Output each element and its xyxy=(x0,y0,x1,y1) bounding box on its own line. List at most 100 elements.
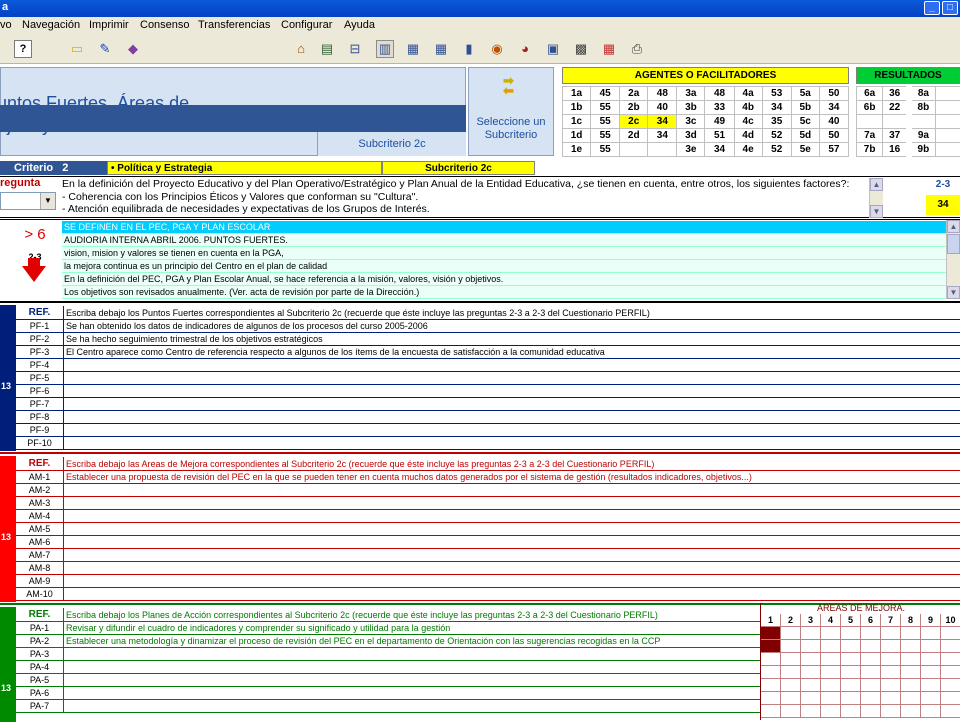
grid-cell[interactable] xyxy=(941,640,960,653)
maximize-button[interactable]: □ xyxy=(942,1,958,15)
grid-cell[interactable] xyxy=(781,679,801,692)
book-icon[interactable]: ◆ xyxy=(124,40,142,58)
agentes-cell[interactable]: 5b xyxy=(790,100,820,115)
select-subcriterio-button[interactable]: ➡ ⬅ Seleccione un Subcriterio xyxy=(468,67,554,156)
matrix-icon[interactable]: ▦ xyxy=(404,40,422,58)
list-icon[interactable]: ▤ xyxy=(318,40,336,58)
grid-cell[interactable] xyxy=(861,640,881,653)
agentes-cell[interactable]: 2c xyxy=(619,114,649,129)
table-row[interactable]: AM-4 xyxy=(16,510,960,523)
grid-cell[interactable] xyxy=(781,705,801,718)
grid-cell[interactable] xyxy=(921,705,941,718)
image-icon[interactable]: ▣ xyxy=(544,40,562,58)
grid-cell[interactable] xyxy=(841,679,861,692)
question-scrollbar[interactable]: ▲ ▼ xyxy=(869,178,883,218)
agentes-cell[interactable]: 1e xyxy=(561,142,592,157)
resultados-cell[interactable]: 6a xyxy=(855,86,884,101)
grid-cell[interactable] xyxy=(801,640,821,653)
table-row[interactable]: AM-2 xyxy=(16,484,960,497)
scroll-down-icon[interactable]: ▼ xyxy=(870,205,883,218)
grid-cell[interactable] xyxy=(801,653,821,666)
grid-cell[interactable] xyxy=(761,679,781,692)
row-text[interactable]: Establecer una metodología y dinamizar e… xyxy=(66,635,660,648)
grid-cell[interactable] xyxy=(881,705,901,718)
table-row[interactable]: PF-4 xyxy=(16,359,960,372)
grid-cell[interactable] xyxy=(861,679,881,692)
table-row[interactable]: PA-6 xyxy=(16,687,760,700)
table-row[interactable]: AM-8 xyxy=(16,562,960,575)
agentes-cell[interactable]: 4b xyxy=(733,100,763,115)
table-row[interactable]: PA-4 xyxy=(16,661,760,674)
grid-cell[interactable] xyxy=(761,705,781,718)
agentes-cell[interactable]: 3a xyxy=(676,86,706,101)
table-row[interactable]: AM-6 xyxy=(16,536,960,549)
grid-cell[interactable] xyxy=(761,640,781,653)
grid-cell[interactable] xyxy=(901,705,921,718)
table-row[interactable]: PF-8 xyxy=(16,411,960,424)
answer-line[interactable]: AUDIORIA INTERNA ABRIL 2006. PUNTOS FUER… xyxy=(62,234,947,247)
answer-line[interactable]: En la definición del PEC, PGA y Plan Esc… xyxy=(62,273,947,286)
answer-scrollbar[interactable]: ▲ ▼ xyxy=(946,220,960,299)
resultados-cell[interactable]: 8b xyxy=(908,100,936,115)
grid-cell[interactable] xyxy=(841,640,861,653)
grid-cell[interactable] xyxy=(841,627,861,640)
pregunta-dropdown[interactable]: ▼ xyxy=(0,192,56,210)
resultados-cell[interactable]: 9a xyxy=(908,128,936,143)
grid-cell[interactable] xyxy=(841,692,861,705)
answer-line[interactable]: SE DEFINEN EN EL PEC, PGA Y PLAN ESCOLAR xyxy=(62,221,947,234)
grid-cell[interactable] xyxy=(801,666,821,679)
grid-cell[interactable] xyxy=(821,692,841,705)
grid-cell[interactable] xyxy=(801,705,821,718)
resultados-cell[interactable]: 8a xyxy=(908,86,936,101)
answer-line[interactable]: Los objetivos son revisados anualmente. … xyxy=(62,286,947,299)
table-row[interactable]: AM-7 xyxy=(16,549,960,562)
bar-chart-icon[interactable]: ▮ xyxy=(460,40,478,58)
grid-cell[interactable] xyxy=(881,692,901,705)
table-row[interactable]: PF-9 xyxy=(16,424,960,437)
home-icon[interactable]: ⌂ xyxy=(292,40,310,58)
table-icon[interactable]: ▦ xyxy=(432,40,450,58)
agentes-cell[interactable]: 5a xyxy=(790,86,820,101)
grid-cell[interactable] xyxy=(941,679,960,692)
grid-cell[interactable] xyxy=(921,692,941,705)
agentes-cell[interactable]: 3b xyxy=(676,100,706,115)
grid-cell[interactable] xyxy=(781,692,801,705)
row-text[interactable]: Se han obtenido los datos de indicadores… xyxy=(66,320,428,333)
grid-cell[interactable] xyxy=(781,653,801,666)
table-row[interactable]: PA-5 xyxy=(16,674,760,687)
scroll-down-icon[interactable]: ▼ xyxy=(947,286,960,299)
agentes-cell[interactable]: 1b xyxy=(561,100,592,115)
print-icon[interactable]: ⎙ xyxy=(628,40,646,58)
grid-cell[interactable] xyxy=(921,627,941,640)
help-icon[interactable]: ? xyxy=(14,40,32,58)
resultados-cell[interactable]: 6b xyxy=(855,100,884,115)
table-row[interactable]: PF-3 El Centro aparece como Centro de ref… xyxy=(16,346,960,359)
resultados-cell[interactable]: 7a xyxy=(855,128,884,143)
table-row[interactable]: PA-1 Revisar y difundir el cuadro de indi… xyxy=(16,622,760,635)
grid-cell[interactable] xyxy=(761,692,781,705)
grid-cell[interactable] xyxy=(901,692,921,705)
grid-cell[interactable] xyxy=(941,666,960,679)
grid-cell[interactable] xyxy=(801,692,821,705)
agentes-cell[interactable]: 5d xyxy=(790,128,820,143)
grid-cell[interactable] xyxy=(901,653,921,666)
grid-cell[interactable] xyxy=(921,640,941,653)
table-row[interactable]: AM-3 xyxy=(16,497,960,510)
row-text[interactable]: Establecer una propuesta de revisión del… xyxy=(66,471,752,484)
scroll-up-icon[interactable]: ▲ xyxy=(870,178,883,191)
grid-cell[interactable] xyxy=(901,627,921,640)
agentes-cell[interactable]: 2a xyxy=(619,86,649,101)
menu-configurar[interactable]: Configurar xyxy=(281,19,332,31)
answer-line[interactable]: vision, mision y valores se tienen en cu… xyxy=(62,247,947,260)
grid-cell[interactable] xyxy=(861,692,881,705)
agentes-cell[interactable]: 4c xyxy=(733,114,763,129)
grid-cell[interactable] xyxy=(881,653,901,666)
table-row[interactable]: AM-5 xyxy=(16,523,960,536)
agentes-cell[interactable]: 1a xyxy=(561,86,592,101)
agentes-cell[interactable]: 2d xyxy=(619,128,649,143)
grid-cell[interactable] xyxy=(821,640,841,653)
grid-cell[interactable] xyxy=(921,679,941,692)
menu-transferencias[interactable]: Transferencias xyxy=(198,19,270,31)
tree-icon[interactable]: ⊟ xyxy=(346,40,364,58)
grid-cell[interactable] xyxy=(801,627,821,640)
